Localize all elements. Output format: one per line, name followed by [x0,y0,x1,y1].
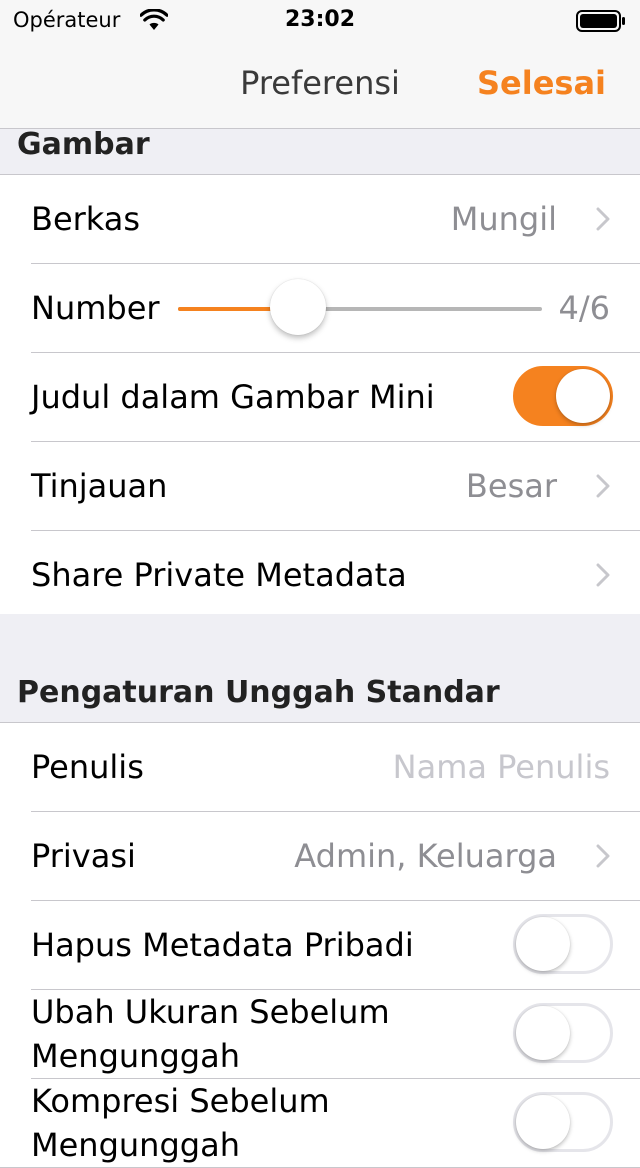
chevron-right-icon [596,207,610,231]
section-header-pengaturan-unggah: Pengaturan Unggah Standar [0,614,640,722]
settings-group-gambar: Berkas Mungil Number 4/6 Judul dalam Gam… [0,174,640,620]
done-button[interactable]: Selesai [477,64,606,102]
row-label: Judul dalam Gambar Mini [31,378,435,416]
row-label: Privasi [31,837,136,875]
row-label: Tinjauan [31,467,168,505]
toggle-switch[interactable] [513,366,613,426]
author-input[interactable]: Nama Penulis [393,723,610,811]
section-title: Pengaturan Unggah Standar [17,675,500,710]
row-value: Mungil [450,200,557,238]
row-label: Kompresi Sebelum Mengunggah [31,1082,330,1164]
row-label: Hapus Metadata Pribadi [31,926,414,964]
row-ubah-ukuran: Ubah Ukuran Sebelum Mengunggah [31,990,640,1079]
number-slider[interactable] [178,264,542,352]
row-penulis: Penulis Nama Penulis [31,723,640,812]
toggle-knob [516,1095,570,1149]
chevron-right-icon [596,474,610,498]
row-value: Besar [465,467,557,505]
status-bar: Opérateur 23:02 [0,0,640,40]
clock: 23:02 [284,7,356,32]
row-label: Penulis [31,748,144,786]
toggle-knob [556,369,610,423]
row-privasi[interactable]: Privasi Admin, Keluarga [31,812,640,901]
toggle-knob [516,917,570,971]
toggle-switch[interactable] [513,1003,613,1063]
row-berkas[interactable]: Berkas Mungil [31,175,640,264]
row-label: Share Private Metadata [31,556,407,594]
row-share-private-metadata[interactable]: Share Private Metadata [31,531,640,619]
chevron-right-icon [596,563,610,587]
slider-value: 4/6 [558,289,611,327]
section-title: Gambar [17,127,150,162]
chevron-right-icon [596,844,610,868]
row-tinjauan[interactable]: Tinjauan Besar [31,442,640,531]
toggle-knob [516,1006,570,1060]
section-header-gambar: Gambar [0,127,640,174]
row-label: Ubah Ukuran Sebelum Mengunggah [31,993,390,1075]
settings-group-pengaturan-unggah: Penulis Nama Penulis Privasi Admin, Kelu… [0,722,640,1168]
row-kompresi: Kompresi Sebelum Mengunggah [31,1079,640,1167]
row-number: Number 4/6 [31,264,640,353]
row-label: Berkas [31,200,141,238]
row-value: Admin, Keluarga [294,837,557,875]
toggle-switch[interactable] [513,914,613,974]
row-hapus-metadata-pribadi: Hapus Metadata Pribadi [31,901,640,990]
battery-icon [576,10,625,32]
row-judul-gambar-mini: Judul dalam Gambar Mini [31,353,640,442]
row-label: Number [31,289,160,327]
toggle-switch[interactable] [513,1092,613,1152]
slider-thumb[interactable] [270,279,327,335]
navigation-bar: Preferensi Selesai [0,40,640,129]
